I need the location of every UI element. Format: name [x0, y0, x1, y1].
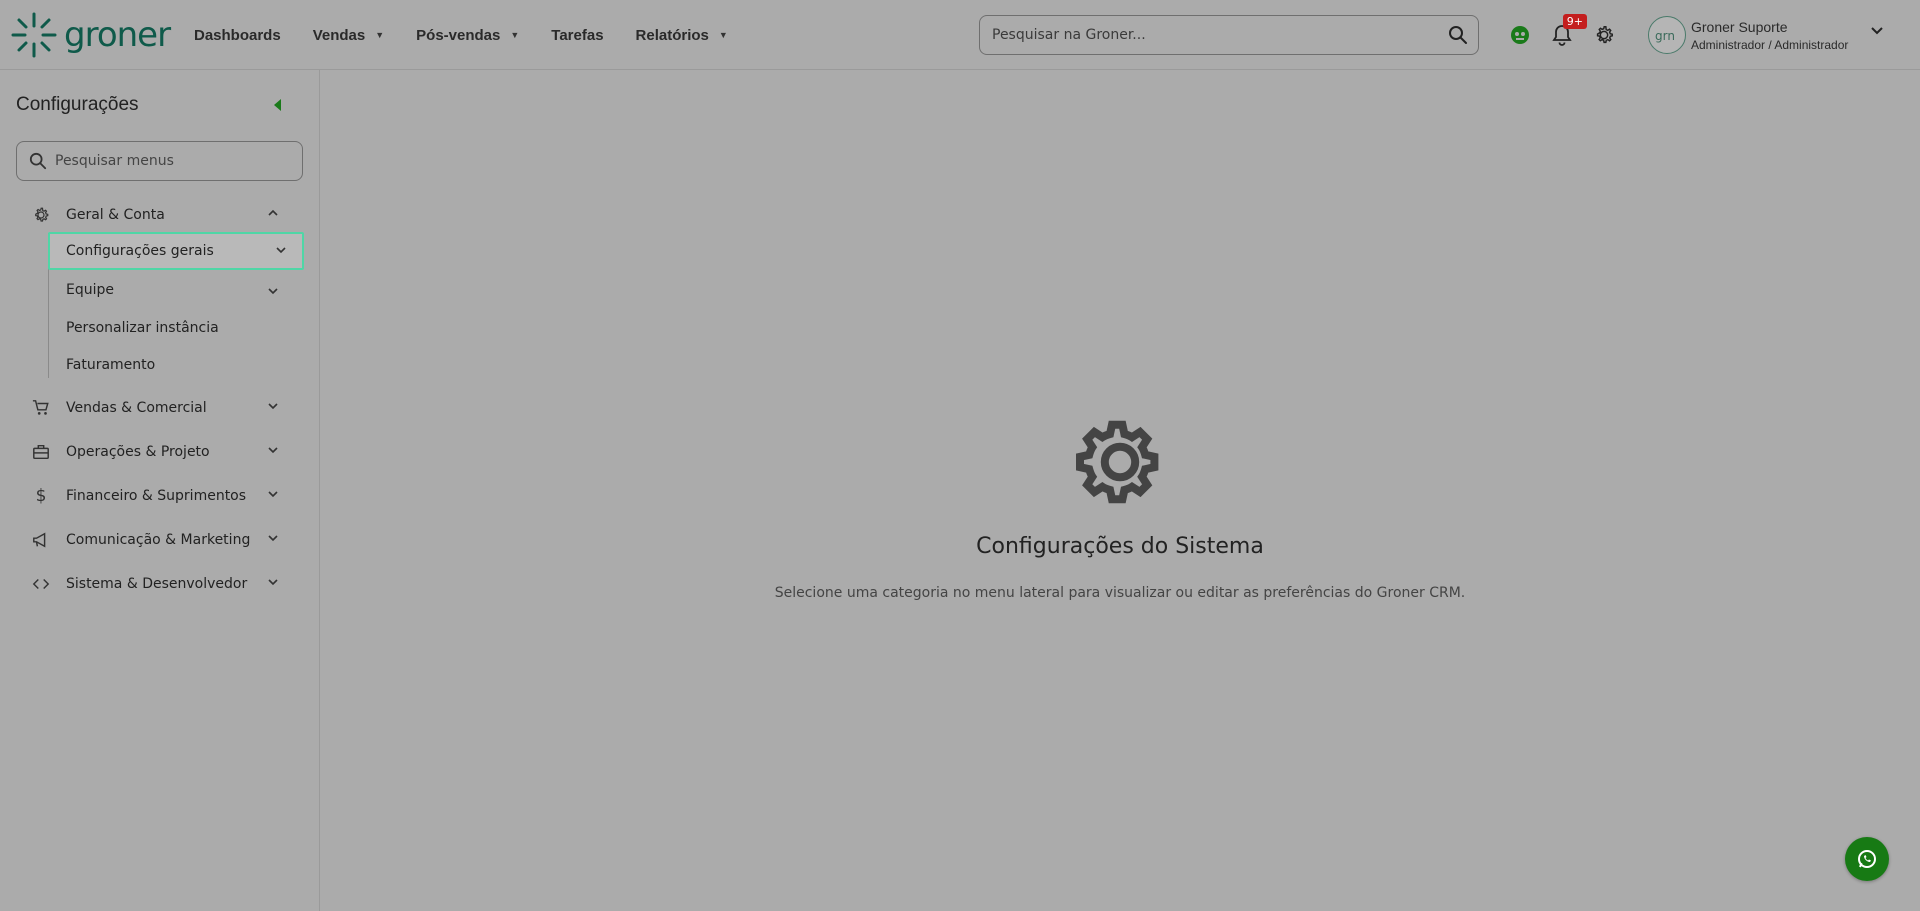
user-menu[interactable]: grn Groner Suporte Administrador / Admin…: [1648, 14, 1883, 56]
whatsapp-icon: [1858, 850, 1876, 868]
groner-logo[interactable]: groner: [10, 10, 171, 60]
chevron-down-icon: [268, 535, 278, 542]
avatar: grn: [1648, 16, 1686, 54]
main-nav: Dashboards Vendas ▼ Pós-vendas ▼ Tarefas R…: [194, 0, 760, 70]
user-info: Groner Suporte Administrador / Administr…: [1691, 19, 1848, 52]
sidebar-group-geral-conta[interactable]: Geral & Conta: [30, 200, 290, 230]
menu-search: [16, 141, 303, 181]
sidebar-item-label: Configurações gerais: [66, 243, 214, 259]
sidebar-group-financeiro-suprimentos[interactable]: $ Financeiro & Suprimentos: [30, 481, 290, 511]
top-header: groner Dashboards Vendas ▼ Pós-vendas ▼ Ta…: [0, 0, 1920, 70]
search-icon[interactable]: [1438, 16, 1478, 54]
sidebar-item-label: Equipe: [66, 282, 114, 298]
whatsapp-button[interactable]: [1845, 837, 1889, 881]
cart-icon: [30, 397, 52, 419]
page-title: Configurações do Sistema: [976, 534, 1264, 559]
chevron-down-icon: [1871, 27, 1883, 35]
settings-button[interactable]: [1589, 20, 1619, 50]
settings-sidebar: Configurações Geral & Conta Configuraçõe…: [0, 70, 320, 911]
gear-icon: [1596, 26, 1613, 44]
sidebar-title: Configurações: [16, 94, 139, 115]
logo-text: groner: [64, 15, 171, 55]
sidebar-group-comunicacao-marketing[interactable]: Comunicação & Marketing: [30, 525, 290, 555]
header-icons: 9+: [1505, 14, 1631, 53]
chevron-down-icon: [276, 247, 286, 254]
nav-label: Tarefas: [551, 26, 604, 44]
nav-dashboards[interactable]: Dashboards: [194, 27, 281, 44]
global-search-input[interactable]: [992, 27, 1438, 43]
toolbox-icon: [30, 441, 52, 463]
chevron-up-icon: [268, 209, 278, 216]
collapse-sidebar-icon[interactable]: [272, 98, 282, 112]
chevron-down-icon: [268, 403, 278, 410]
chevron-down-icon: [268, 447, 278, 454]
nav-tarefas[interactable]: Tarefas: [551, 27, 603, 44]
nav-label: Dashboards: [194, 26, 281, 44]
nav-label: Relatórios: [635, 26, 709, 44]
dollar-icon: $: [35, 486, 47, 506]
page-subtitle: Selecione uma categoria no menu lateral …: [774, 585, 1466, 601]
sidebar-group-label: Operações & Projeto: [66, 444, 210, 460]
search-icon: [29, 152, 47, 170]
global-search: [979, 15, 1479, 55]
caret-down-icon: ▼: [375, 30, 385, 40]
nav-relatorios[interactable]: Relatórios ▼: [636, 27, 728, 44]
sidebar-item-personalizar-instancia[interactable]: Personalizar instância: [66, 320, 219, 336]
logo-burst-icon: [11, 12, 57, 58]
sidebar-group-label: Financeiro & Suprimentos: [66, 488, 247, 504]
user-name: Groner Suporte: [1691, 18, 1788, 35]
nav-label: Pós-vendas: [416, 26, 501, 44]
sidebar-group-vendas-comercial[interactable]: Vendas & Comercial: [30, 393, 290, 423]
chevron-down-icon: [268, 491, 278, 498]
nav-label: Vendas: [312, 26, 366, 44]
bot-face-icon: [1511, 26, 1529, 44]
caret-down-icon: ▼: [510, 30, 520, 40]
sidebar-item-equipe[interactable]: Equipe: [66, 282, 114, 298]
chevron-down-icon[interactable]: [266, 284, 280, 298]
sidebar-group-label: Sistema & Desenvolvedor: [66, 576, 248, 592]
avatar-logo-icon: grn: [1655, 29, 1675, 43]
sidebar-item-configuracoes-gerais[interactable]: Configurações gerais: [48, 232, 304, 270]
assistant-button[interactable]: [1505, 20, 1535, 50]
code-icon: [30, 573, 52, 595]
nav-vendas[interactable]: Vendas ▼: [313, 27, 384, 44]
settings-gear-icon: [1076, 420, 1159, 504]
sidebar-group-label: Vendas & Comercial: [66, 400, 207, 416]
sidebar-group-label: Geral & Conta: [66, 207, 165, 223]
caret-down-icon: ▼: [718, 30, 728, 40]
sidebar-group-sistema-desenvolvedor[interactable]: Sistema & Desenvolvedor: [30, 569, 290, 599]
gear-icon: [30, 204, 52, 226]
sidebar-item-label: Personalizar instância: [66, 320, 219, 336]
nav-pos-vendas[interactable]: Pós-vendas ▼: [416, 27, 519, 44]
notifications-badge: 9+: [1562, 14, 1587, 29]
sidebar-item-label: Faturamento: [66, 357, 156, 373]
sidebar-group-label: Comunicação & Marketing: [66, 532, 251, 548]
sidebar-group-operacoes-projeto[interactable]: Operações & Projeto: [30, 437, 290, 467]
svg-text:grn: grn: [1655, 29, 1675, 43]
menu-search-input[interactable]: [55, 153, 302, 169]
megaphone-icon: [30, 529, 52, 551]
chevron-down-icon: [268, 579, 278, 586]
notifications-button[interactable]: 9+: [1547, 14, 1587, 50]
sidebar-item-faturamento[interactable]: Faturamento: [66, 357, 155, 373]
user-role: Administrador / Administrador: [1691, 37, 1849, 52]
